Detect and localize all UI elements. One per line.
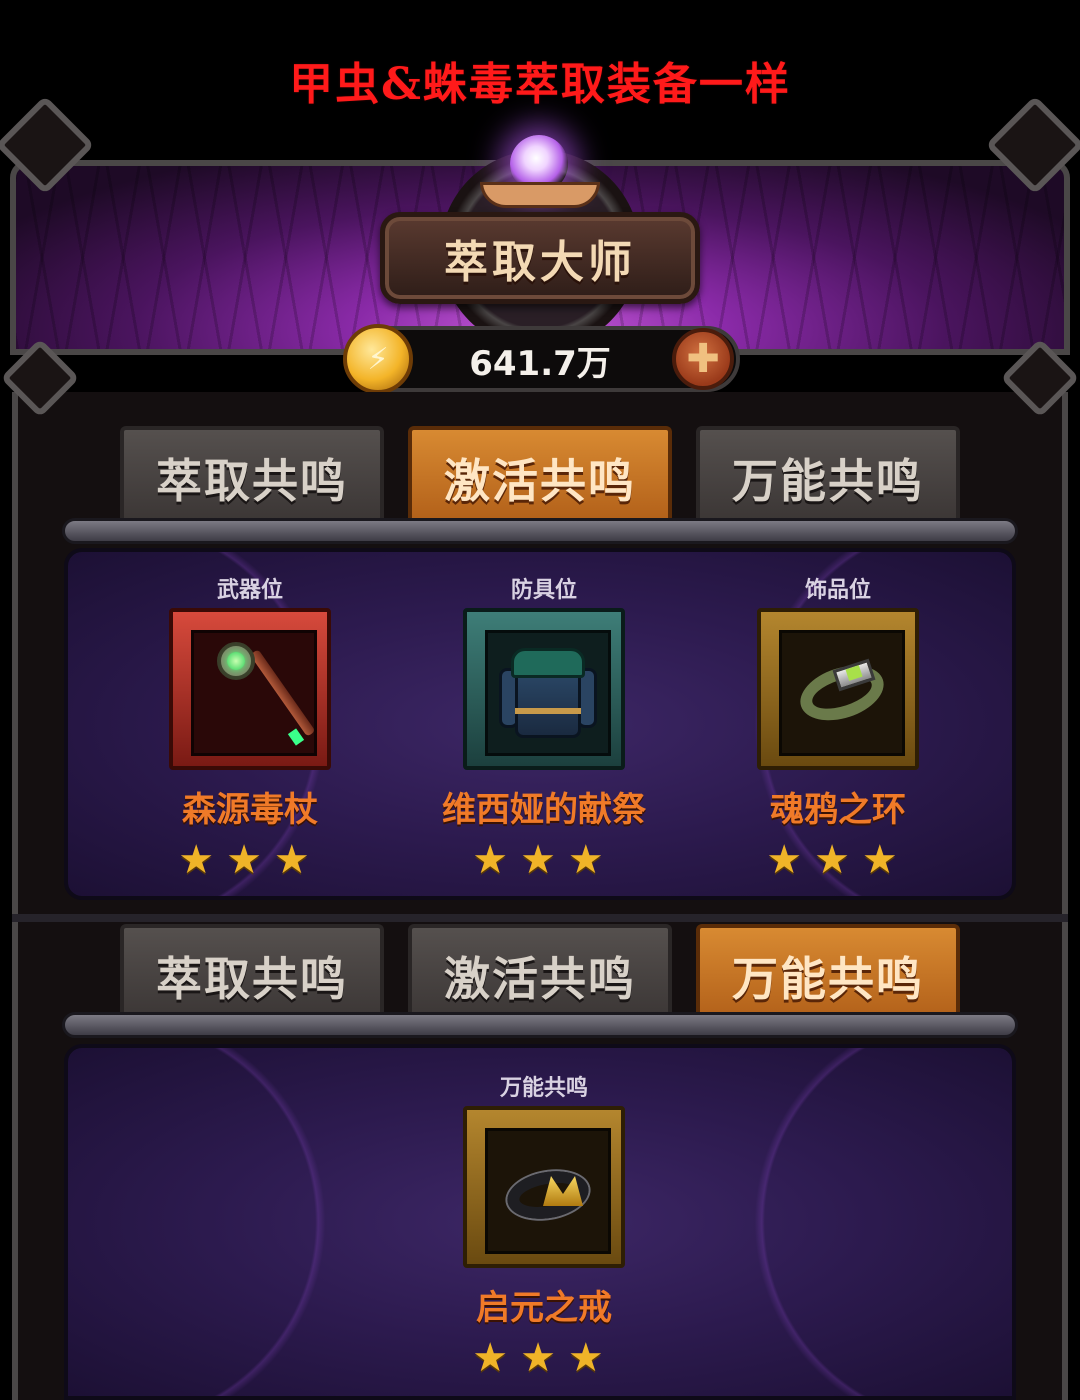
add-currency-button[interactable]: ✚ — [672, 328, 734, 390]
item-name: 森源毒杖 — [182, 790, 318, 830]
caption-text: 甲虫&蛛毒萃取装备一样 — [289, 59, 791, 110]
item-icon-container — [485, 630, 611, 756]
tabs-rail — [62, 1012, 1018, 1038]
tab-label: 激活共鸣 — [444, 952, 636, 1006]
ring-icon — [493, 1136, 603, 1246]
coin-symbol: ⚡ — [367, 341, 389, 377]
star-rating: ★★★ — [472, 1335, 616, 1381]
equipment-panel: 武器位 森源毒杖 ★★★ 防具位 维西娅的献祭 ★★★ 饰品位 魂鸦之环 ★★★ — [64, 548, 1016, 900]
item-frame[interactable] — [463, 608, 625, 770]
item-name: 魂鸦之环 — [770, 790, 906, 830]
slot-label: 万能共鸣 — [499, 1076, 588, 1101]
universal-panel: 万能共鸣 启元之戒 ★★★ — [64, 1044, 1016, 1400]
ring-icon — [787, 638, 897, 748]
item-name: 维西娅的献祭 — [442, 790, 646, 830]
item-name: 启元之戒 — [476, 1288, 612, 1328]
item-icon-container — [779, 630, 905, 756]
accessory-slot[interactable]: 饰品位 魂鸦之环 ★★★ — [708, 572, 968, 883]
currency-amount: 641.7万 — [469, 344, 611, 384]
item-frame[interactable] — [463, 1106, 625, 1268]
title-plate: 萃取大师 — [380, 212, 700, 304]
staff-icon — [199, 638, 316, 748]
universal-slot[interactable]: 万能共鸣 启元之戒 ★★★ — [414, 1070, 674, 1381]
slot-label: 武器位 — [216, 578, 283, 603]
tab-label: 萃取共鸣 — [156, 454, 348, 508]
tab-activate-resonance[interactable]: 激活共鸣 — [408, 426, 672, 526]
page-title: 萃取大师 — [444, 237, 636, 288]
slot-label: 防具位 — [510, 578, 577, 603]
tab-universal-resonance[interactable]: 万能共鸣 — [696, 924, 960, 1024]
tab-label: 万能共鸣 — [732, 952, 924, 1006]
screenshot-divider — [12, 914, 1068, 922]
hand-icon — [480, 182, 600, 208]
item-icon-container — [485, 1128, 611, 1254]
star-rating: ★★★ — [766, 837, 910, 883]
tabs-rail — [62, 518, 1018, 544]
item-frame[interactable] — [169, 608, 331, 770]
star-rating: ★★★ — [472, 837, 616, 883]
tab-label: 万能共鸣 — [732, 454, 924, 508]
tab-activate-resonance[interactable]: 激活共鸣 — [408, 924, 672, 1024]
tab-label: 萃取共鸣 — [156, 952, 348, 1006]
slot-label: 饰品位 — [804, 578, 871, 603]
star-rating: ★★★ — [178, 837, 322, 883]
armor-slot[interactable]: 防具位 维西娅的献祭 ★★★ — [414, 572, 674, 883]
weapon-slot[interactable]: 武器位 森源毒杖 ★★★ — [120, 572, 380, 883]
item-icon-container — [191, 630, 317, 756]
tab-extract-resonance[interactable]: 萃取共鸣 — [120, 924, 384, 1024]
coin-icon: ⚡ — [343, 324, 413, 394]
armor-icon — [493, 638, 603, 748]
tab-extract-resonance[interactable]: 萃取共鸣 — [120, 426, 384, 526]
item-frame[interactable] — [757, 608, 919, 770]
tab-label: 激活共鸣 — [444, 454, 636, 508]
tab-universal-resonance[interactable]: 万能共鸣 — [696, 426, 960, 526]
